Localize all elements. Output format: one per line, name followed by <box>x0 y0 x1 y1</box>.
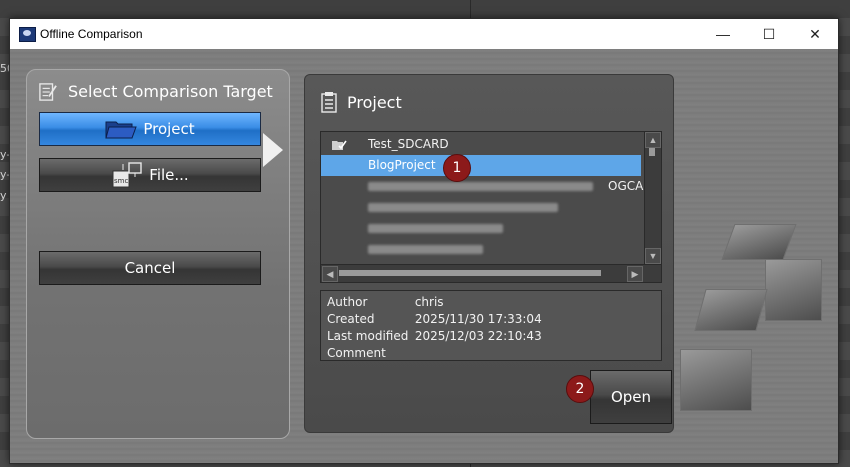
window-title: Offline Comparison <box>40 27 143 41</box>
comment-label: Comment <box>327 346 386 360</box>
svg-text:smc: smc <box>114 177 128 185</box>
tree-item-label: BlogProject <box>368 158 436 172</box>
decorative-cube <box>694 289 768 331</box>
tree-row[interactable]: Test_SDCARD <box>321 134 641 155</box>
decorative-cube <box>765 259 822 321</box>
open-button-label: Open <box>610 388 652 406</box>
scroll-thumb[interactable] <box>339 270 601 276</box>
file-compare-icon: smc <box>112 162 142 188</box>
cancel-button-label: Cancel <box>124 259 176 277</box>
tree-item-label: Test_SDCARD <box>368 137 449 151</box>
scroll-down-icon[interactable]: ▼ <box>645 248 661 264</box>
folder-icon <box>105 121 138 139</box>
redacted-text <box>368 245 483 254</box>
tree-row-blurred[interactable] <box>321 197 641 218</box>
edit-document-icon <box>39 83 57 101</box>
redacted-text <box>368 203 558 212</box>
created-row: Created 2025/11/30 17:33:04 <box>327 312 542 326</box>
comment-row: Comment <box>327 346 411 360</box>
file-button[interactable]: smc File... <box>39 158 261 192</box>
modified-value: 2025/12/03 22:10:43 <box>414 329 542 343</box>
horizontal-scrollbar[interactable]: ◀ ▶ <box>321 264 661 282</box>
project-tree[interactable]: Test_SDCARD BlogProject OGCA ▲ ▼ ◀ ▶ <box>320 131 662 283</box>
redacted-text <box>368 182 593 191</box>
maximize-button[interactable]: ☐ <box>746 19 792 49</box>
decorative-cube <box>721 224 797 260</box>
author-value: chris <box>414 295 444 309</box>
project-button-label: Project <box>143 120 195 138</box>
tree-row-blurred[interactable]: OGCA <box>321 176 644 197</box>
folder-check-icon <box>332 140 347 150</box>
title-bar[interactable]: Offline Comparison — ☐ ✕ <box>10 19 838 49</box>
author-row: Author chris <box>327 295 444 309</box>
tree-item-label: OGCA <box>608 179 644 193</box>
project-panel: Project Test_SDCARD BlogProject OGCA ▲ ▼… <box>304 74 674 433</box>
annotation-badge: 1 <box>443 154 471 182</box>
modified-label: Last modified <box>327 329 409 343</box>
background-text-fragment: y <box>0 189 7 202</box>
dialog-client-area: Select Comparison Target Project smc Fil… <box>10 49 838 463</box>
close-button[interactable]: ✕ <box>792 19 838 49</box>
minimize-button[interactable]: — <box>700 19 746 49</box>
tree-row-selected[interactable]: BlogProject <box>321 155 641 176</box>
tree-row-blurred[interactable] <box>321 239 641 260</box>
cancel-button[interactable]: Cancel <box>39 251 261 285</box>
scroll-right-icon[interactable]: ▶ <box>627 266 643 282</box>
open-button[interactable]: Open <box>590 370 672 424</box>
app-icon <box>19 27 36 42</box>
project-list-icon <box>321 92 337 113</box>
panel-title: Project <box>347 93 402 112</box>
project-button[interactable]: Project <box>39 112 261 146</box>
scroll-thumb[interactable] <box>649 148 655 156</box>
redacted-text <box>368 224 503 233</box>
scroll-up-icon[interactable]: ▲ <box>645 132 661 148</box>
decorative-cube <box>680 349 752 411</box>
modified-row: Last modified 2025/12/03 22:10:43 <box>327 329 542 343</box>
vertical-scrollbar[interactable]: ▲ ▼ <box>644 132 661 264</box>
author-label: Author <box>327 295 368 309</box>
offline-comparison-window: Offline Comparison — ☐ ✕ Select Comparis… <box>9 18 839 464</box>
tree-row-blurred[interactable] <box>321 218 641 239</box>
panel-title: Select Comparison Target <box>68 82 273 101</box>
created-label: Created <box>327 312 375 326</box>
created-value: 2025/11/30 17:33:04 <box>414 312 542 326</box>
project-details: Author chris Created 2025/11/30 17:33:04… <box>320 290 662 361</box>
file-button-label: File... <box>149 166 189 184</box>
scroll-left-icon[interactable]: ◀ <box>322 266 338 282</box>
selection-arrow-icon <box>263 133 283 167</box>
annotation-badge: 2 <box>566 375 594 403</box>
